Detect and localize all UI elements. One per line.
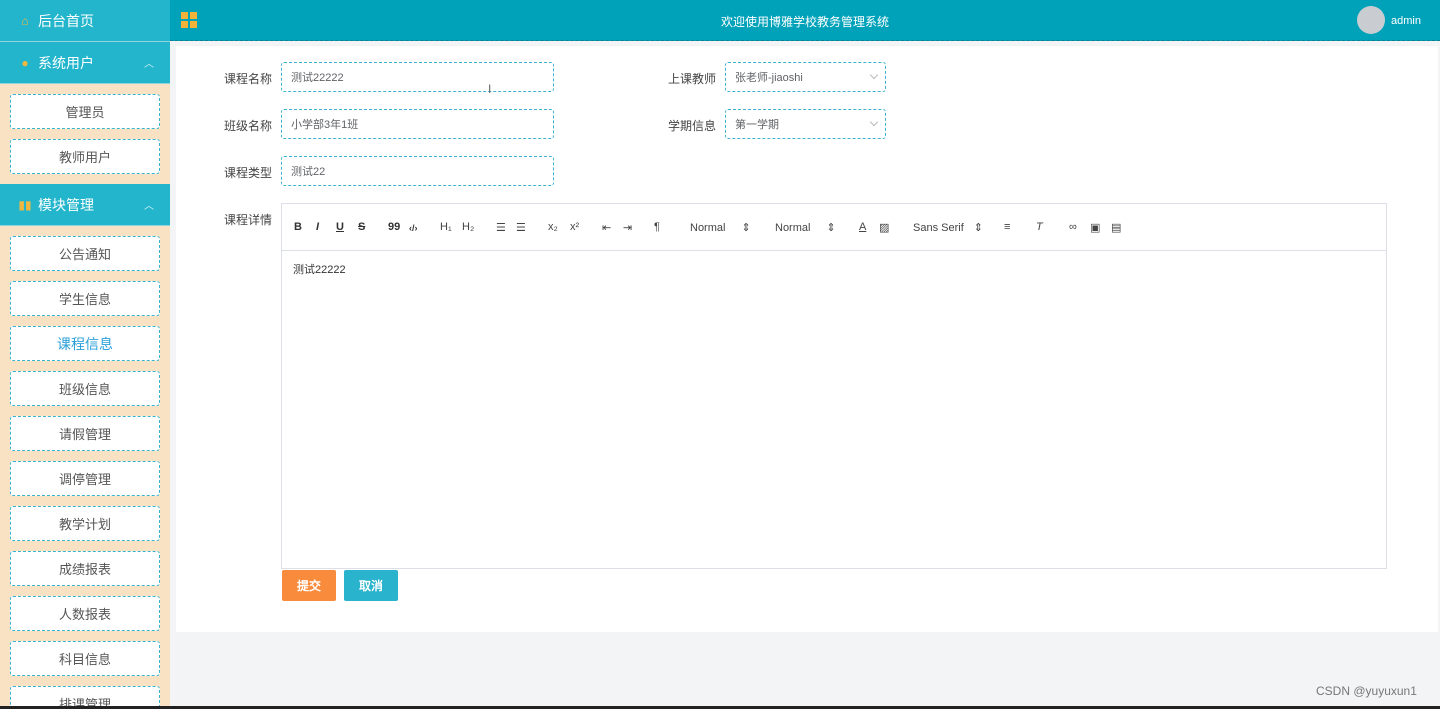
size-select[interactable]: Normal ⇕: [775, 221, 836, 234]
sidebar: ⌂ 后台首页 ● 系统用户 ︿ 管理员 教师用户 ▮▮ 模块管理 ︿ 公告通知 …: [0, 0, 170, 709]
text-direction-icon[interactable]: ¶: [654, 221, 660, 233]
chevron-down-icon: [869, 117, 879, 127]
avatar[interactable]: [1357, 6, 1385, 34]
rich-text-editor: B I U S 99 ‹/› H₁ H₂ ☰ ☰ x₂ x² ⇤ ⇥ ¶ Nor…: [281, 203, 1387, 569]
underline-button[interactable]: U: [336, 221, 344, 233]
chevron-down-icon: [869, 70, 879, 80]
link-icon[interactable]: ∞: [1069, 221, 1077, 233]
course-type-label: 课程类型: [224, 166, 273, 180]
video-icon[interactable]: ▤: [1111, 221, 1121, 234]
username[interactable]: admin: [1391, 15, 1421, 27]
sidebar-item-grade-report[interactable]: 成绩报表: [10, 551, 160, 586]
watermark: CSDN @yuyuxun1: [1316, 684, 1417, 698]
sidebar-item-admin[interactable]: 管理员: [10, 94, 160, 129]
sidebar-item-students[interactable]: 学生信息: [10, 281, 160, 316]
header-select-value: Normal: [690, 222, 726, 234]
ordered-list-icon[interactable]: ☰: [496, 221, 506, 234]
image-icon[interactable]: ▣: [1090, 221, 1100, 234]
module-icon: ▮▮: [18, 197, 32, 212]
course-name-label: 课程名称: [224, 72, 273, 86]
sidebar-item-leave[interactable]: 请假管理: [10, 416, 160, 451]
size-select-value: Normal: [775, 222, 811, 234]
course-name-input[interactable]: 测试22222: [281, 62, 554, 92]
sidebar-group-title: 模块管理: [38, 196, 94, 213]
sidebar-item-teacher-users[interactable]: 教师用户: [10, 139, 160, 174]
superscript-button[interactable]: x²: [570, 221, 579, 233]
select-arrows-icon: ⇕: [973, 222, 983, 234]
course-detail-label: 课程详情: [224, 213, 273, 227]
sidebar-group-modules: ▮▮ 模块管理 ︿ 公告通知 学生信息 课程信息 班级信息 请假管理 调停管理 …: [0, 184, 170, 709]
sidebar-group-header-modules[interactable]: ▮▮ 模块管理 ︿: [0, 184, 170, 226]
blockquote-button[interactable]: 99: [388, 221, 400, 233]
code-button[interactable]: ‹/›: [409, 223, 418, 233]
sidebar-item-subjects[interactable]: 科目信息: [10, 641, 160, 676]
sidebar-item-suspension[interactable]: 调停管理: [10, 461, 160, 496]
indent-icon[interactable]: ⇥: [623, 221, 632, 234]
header-select[interactable]: Normal ⇕: [690, 221, 751, 234]
outdent-icon[interactable]: ⇤: [602, 221, 611, 234]
select-arrows-icon: ⇕: [741, 222, 751, 234]
term-select-value: 第一学期: [735, 119, 779, 131]
subscript-button[interactable]: x₂: [548, 221, 558, 233]
sidebar-item-classes[interactable]: 班级信息: [10, 371, 160, 406]
align-icon[interactable]: ≡: [1004, 221, 1010, 233]
class-name-input[interactable]: 小学部3年1班: [281, 109, 554, 139]
submit-button[interactable]: 提交: [282, 570, 336, 601]
editor-content[interactable]: 测试22222: [282, 251, 1386, 287]
h2-button[interactable]: H₂: [462, 221, 474, 233]
strike-button[interactable]: S: [358, 221, 365, 233]
editor-toolbar: B I U S 99 ‹/› H₁ H₂ ☰ ☰ x₂ x² ⇤ ⇥ ¶ Nor…: [282, 204, 1386, 251]
page-title: 欢迎使用博雅学校教务管理系统: [720, 15, 889, 29]
sidebar-item-teaching-plan[interactable]: 教学计划: [10, 506, 160, 541]
sidebar-item-headcount-report[interactable]: 人数报表: [10, 596, 160, 631]
user-icon: ●: [21, 55, 29, 70]
font-select-value: Sans Serif: [913, 222, 964, 234]
topbar: 欢迎使用博雅学校教务管理系统 admin: [170, 0, 1440, 41]
cancel-button[interactable]: 取消: [344, 570, 398, 601]
sidebar-group-system-users: ● 系统用户 ︿ 管理员 教师用户: [0, 42, 170, 184]
text-cursor-icon: I: [488, 82, 492, 96]
select-arrows-icon: ⇕: [826, 222, 836, 234]
italic-button[interactable]: I: [316, 221, 319, 233]
sidebar-item-notices[interactable]: 公告通知: [10, 236, 160, 271]
sidebar-group-title: 系统用户: [38, 54, 94, 71]
teacher-select-value: 张老师-jiaoshi: [735, 72, 803, 84]
sidebar-group-header-system-users[interactable]: ● 系统用户 ︿: [0, 42, 170, 84]
h1-button[interactable]: H₁: [440, 221, 452, 233]
term-label: 学期信息: [668, 119, 717, 133]
sidebar-home-label: 后台首页: [38, 12, 94, 29]
font-select[interactable]: Sans Serif ⇕: [913, 221, 983, 234]
term-select[interactable]: 第一学期: [725, 109, 886, 139]
chevron-up-icon: ︿: [144, 59, 154, 70]
course-form: 课程名称 测试22222 I 上课教师 张老师-jiaoshi 班级名称 小学部…: [176, 46, 1438, 632]
course-type-input[interactable]: 测试22: [281, 156, 554, 186]
home-icon: ⌂: [21, 13, 29, 28]
bullet-list-icon[interactable]: ☰: [516, 221, 526, 234]
background-color-icon[interactable]: ▨: [879, 221, 889, 234]
clear-format-icon[interactable]: T: [1036, 221, 1043, 233]
sidebar-item-courses[interactable]: 课程信息: [10, 326, 160, 361]
chevron-up-icon: ︿: [144, 201, 154, 212]
teacher-select[interactable]: 张老师-jiaoshi: [725, 62, 886, 92]
bold-button[interactable]: B: [294, 221, 302, 233]
teacher-label: 上课教师: [668, 72, 717, 86]
font-color-icon[interactable]: A: [859, 221, 866, 233]
class-name-label: 班级名称: [224, 119, 273, 133]
sidebar-home[interactable]: ⌂ 后台首页: [0, 0, 170, 42]
